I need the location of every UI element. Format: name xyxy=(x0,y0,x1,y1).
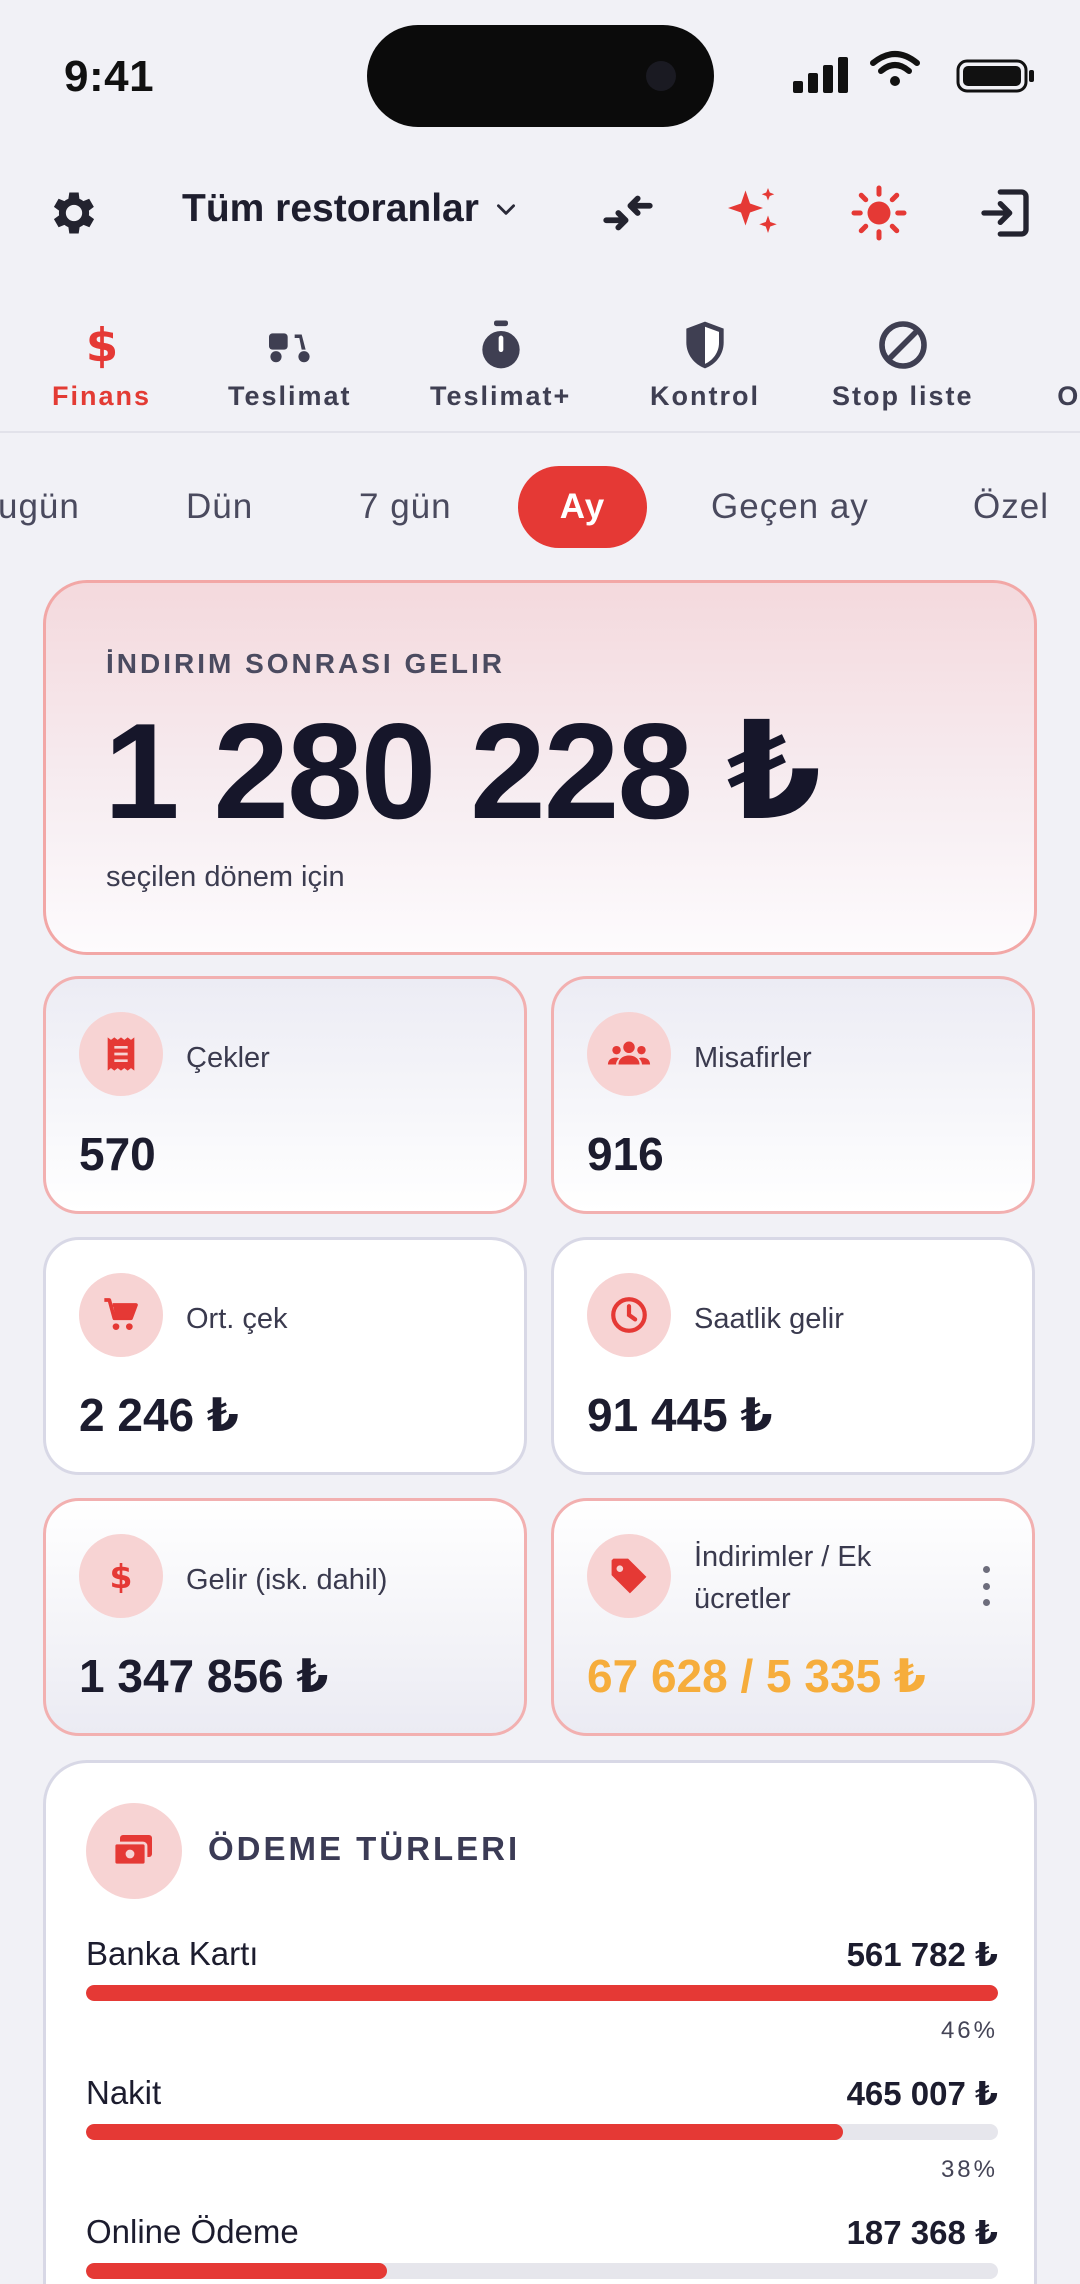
net-revenue-label: İNDIRIM SONRASI GELIR xyxy=(106,648,506,679)
metric-card-gross-revenue[interactable]: $ Gelir (isk. dahil) 1 347 856 ₺ xyxy=(43,1498,527,1736)
tab-kontrol[interactable]: Kontrol xyxy=(650,315,760,425)
metric-card-hourly-revenue[interactable]: Saatlik gelir 91 445 ₺ xyxy=(551,1237,1035,1475)
tab-stop-liste[interactable]: Stop liste xyxy=(832,315,974,425)
payment-types-title: ÖDEME TÜRLERI xyxy=(208,1830,521,1867)
payment-amount: 187 368 ₺ xyxy=(846,2214,998,2251)
period-chip-month[interactable]: Ay xyxy=(518,466,647,548)
payment-name: Banka Kartı xyxy=(86,1935,259,1972)
metric-card-checks[interactable]: Çekler 570 xyxy=(43,976,527,1214)
metric-label: Saatlik gelir xyxy=(694,1303,844,1335)
payment-name: Online Ödeme xyxy=(86,2213,299,2250)
metric-label: Gelir (isk. dahil) xyxy=(186,1564,388,1596)
metric-label: Misafirler xyxy=(694,1042,812,1074)
sparkle-icon[interactable] xyxy=(723,183,783,243)
tab-finans[interactable]: $ Finans xyxy=(52,315,151,425)
net-revenue-value: 1 280 228 ₺ xyxy=(104,695,821,847)
metric-value: 916 xyxy=(587,1128,664,1180)
metric-label: Ort. çek xyxy=(186,1303,288,1335)
more-vert-icon[interactable] xyxy=(980,1566,992,1606)
cellular-signal-icon xyxy=(793,57,848,93)
compare-arrows-icon[interactable] xyxy=(598,183,658,243)
section-tabs: $ Finans Teslimat Teslimat+ Kontrol Stop… xyxy=(0,305,1080,433)
metric-label: Çekler xyxy=(186,1042,270,1074)
period-chip-last-month[interactable]: Geçen ay xyxy=(711,466,869,548)
payments-icon xyxy=(86,1803,182,1899)
people-icon xyxy=(587,1012,671,1096)
period-chip-7-days[interactable]: 7 gün xyxy=(359,466,452,548)
stopwatch-icon xyxy=(471,315,531,375)
svg-text:$: $ xyxy=(110,1557,133,1596)
net-revenue-subtitle: seçilen dönem için xyxy=(106,861,345,893)
app-header: Tüm restoranlar xyxy=(0,165,1080,260)
payment-progress-bar xyxy=(86,2263,998,2279)
cart-icon xyxy=(79,1273,163,1357)
payment-progress-bar xyxy=(86,1985,998,2001)
dollar-icon: $ xyxy=(79,1534,163,1618)
tab-teslimat[interactable]: Teslimat xyxy=(228,315,352,425)
metric-value: 67 628 / 5 335 ₺ xyxy=(587,1650,926,1702)
wifi-icon xyxy=(870,51,920,86)
svg-text:$: $ xyxy=(85,319,117,373)
tab-label: Teslimat+ xyxy=(430,381,572,411)
dynamic-island xyxy=(367,25,714,127)
tab-label: Finans xyxy=(52,381,152,411)
period-chip-yesterday[interactable]: Dün xyxy=(186,466,253,548)
tab-label: Kontrol xyxy=(650,381,760,411)
battery-icon xyxy=(956,59,1034,93)
tag-icon xyxy=(587,1534,671,1618)
payment-progress-bar xyxy=(86,2124,998,2140)
tab-teslimat-plus[interactable]: Teslimat+ xyxy=(430,315,571,425)
metric-value: 2 246 ₺ xyxy=(79,1389,239,1441)
metric-card-discounts[interactable]: İndirimler / Ek ücretler 67 628 / 5 335 … xyxy=(551,1498,1035,1736)
block-icon xyxy=(873,315,933,375)
receipt-icon xyxy=(79,1012,163,1096)
payment-amount: 465 007 ₺ xyxy=(846,2075,998,2112)
shield-icon xyxy=(675,315,735,375)
clock-icon xyxy=(587,1273,671,1357)
period-chip-today[interactable]: ugün xyxy=(0,466,80,548)
net-revenue-card: İNDIRIM SONRASI GELIR 1 280 228 ₺ seçile… xyxy=(43,580,1037,955)
payment-percent: 38% xyxy=(940,2156,998,2183)
metric-card-avg-check[interactable]: Ort. çek 2 246 ₺ xyxy=(43,1237,527,1475)
metric-label: İndirimler / Ek ücretler xyxy=(694,1541,872,1615)
payment-types-card: ÖDEME TÜRLERI Banka Kartı 561 782 ₺ 46% … xyxy=(43,1760,1037,2284)
chevron-down-icon xyxy=(496,204,515,215)
sun-icon[interactable] xyxy=(849,183,909,243)
restaurant-selector-label: Tüm restoranlar xyxy=(182,187,479,230)
metric-value: 1 347 856 ₺ xyxy=(79,1650,329,1702)
tab-label: Op xyxy=(1057,381,1080,411)
status-bar: 9:41 xyxy=(0,0,1080,150)
status-time: 9:41 xyxy=(64,52,155,101)
tab-label: Stop liste xyxy=(832,381,974,411)
payment-amount: 561 782 ₺ xyxy=(846,1936,998,1973)
tab-label: Teslimat xyxy=(228,381,352,411)
restaurant-selector[interactable]: Tüm restoranlar xyxy=(182,187,519,231)
logout-icon[interactable] xyxy=(975,183,1035,243)
scooter-icon xyxy=(260,315,320,375)
gear-icon[interactable] xyxy=(44,183,104,243)
dollar-icon: $ xyxy=(72,315,132,375)
metric-value: 570 xyxy=(79,1128,156,1180)
tab-op[interactable]: Op xyxy=(1048,315,1080,425)
period-chip-custom[interactable]: Özel xyxy=(973,466,1049,548)
metric-value: 91 445 ₺ xyxy=(587,1389,773,1441)
metric-card-guests[interactable]: Misafirler 916 xyxy=(551,976,1035,1214)
payment-percent: 46% xyxy=(940,2017,998,2044)
payment-name: Nakit xyxy=(86,2074,162,2111)
period-selector: ugün Dün 7 gün Ay Geçen ay Özel xyxy=(0,466,1080,550)
